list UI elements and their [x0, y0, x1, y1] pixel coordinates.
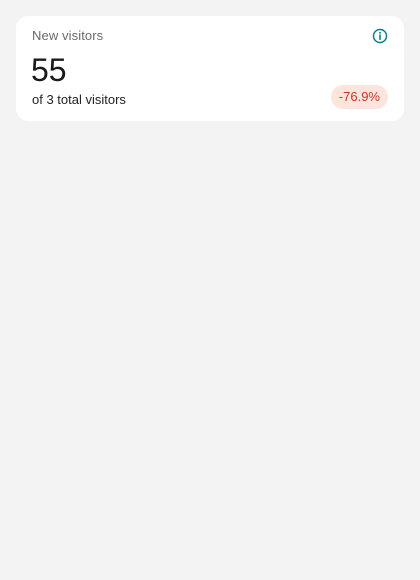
card-title: New visitors: [32, 28, 104, 43]
metric-value: 55: [31, 52, 67, 88]
info-icon[interactable]: [372, 28, 388, 44]
change-badge: -76.9%: [330, 85, 388, 109]
metric-subtitle: of 3 total visitors: [32, 92, 126, 107]
new-visitors-card: New visitors 55 of 3 total visitors -76.…: [16, 16, 404, 121]
